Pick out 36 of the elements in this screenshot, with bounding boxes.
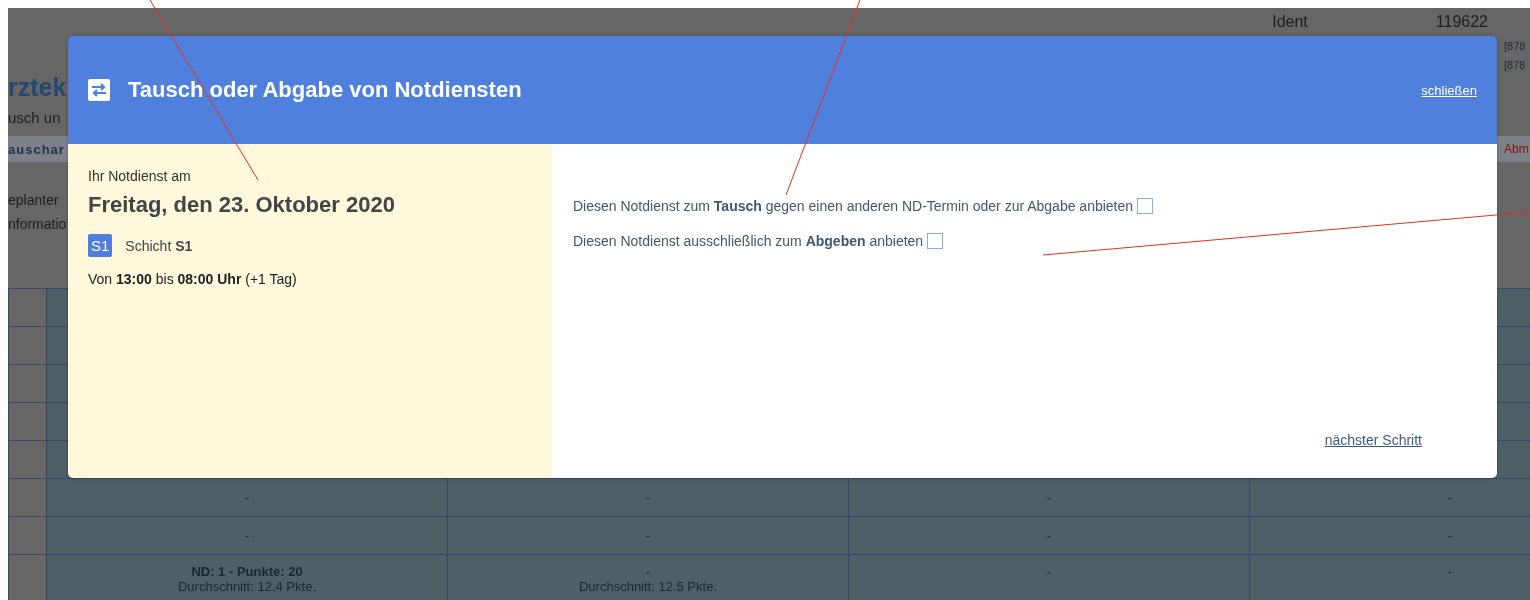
table-cell-text: - [1447, 490, 1453, 505]
table-cell-text: - [645, 564, 651, 579]
table-cell-text: - [645, 490, 651, 505]
option-text: Diesen Notdienst ausschließlich zum Abgeben anbieten [573, 233, 924, 249]
table-cell-text: - [244, 528, 250, 543]
reference-text: [878 [1504, 59, 1527, 71]
dialog-title: Tausch oder Abgabe von Notdiensten [128, 77, 523, 103]
tab-label: auschar [8, 141, 65, 157]
reference-text: [878 [1504, 40, 1527, 52]
table-cell-text: Durchschnitt: 12.4 Pkte. [178, 579, 316, 594]
ident-label: Ident [1272, 13, 1308, 31]
table-cell-text: Durchschnitt: 12.5 Pkte. [579, 579, 717, 594]
table-cell-text: - [244, 490, 250, 505]
table-cell-text: - [645, 528, 651, 543]
checkbox[interactable] [927, 233, 944, 249]
table-cell-text: - [1046, 564, 1052, 579]
intro-text: Ihr Notdienst am [88, 168, 192, 184]
swap-icon [88, 79, 110, 101]
page-heading: rztek [8, 73, 67, 103]
duty-date: Freitag, den 23. Oktober 2020 [88, 192, 396, 218]
next-step-link[interactable]: nächster Schritt [1324, 432, 1422, 448]
table-cell-text: - [1046, 528, 1052, 543]
info-text: nformatio [8, 216, 67, 232]
page-subtitle: usch un [8, 109, 61, 126]
table-cell-text: - [1046, 490, 1052, 505]
shift-text: Schicht S1 [125, 237, 193, 254]
info-text: eplanter [8, 192, 59, 208]
time-text: Von 13:00 bis 08:00 Uhr (+1 Tag) [88, 271, 298, 287]
table-cell-text: - [1447, 564, 1453, 579]
table-cell-text: - [1447, 528, 1453, 543]
close-link[interactable]: schließen [1421, 82, 1477, 98]
option-text: Diesen Notdienst zum Tausch gegen einen anderen ND-Termin oder zur Abgabe anbieten [573, 198, 1134, 214]
checkbox[interactable] [1137, 198, 1154, 214]
shift-badge: S1 [88, 234, 113, 257]
table-cell-text: ND: 1 - Punkte: 20 [191, 564, 303, 579]
ident-value: 119622 [1435, 13, 1488, 31]
